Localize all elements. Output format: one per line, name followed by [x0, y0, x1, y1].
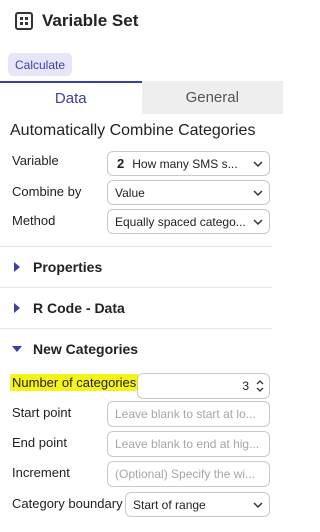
chevron-down-icon	[253, 161, 263, 168]
number-of-categories-input[interactable]: 3	[137, 373, 270, 399]
chevron-down-icon	[253, 502, 263, 509]
start-point-label: Start point	[12, 405, 72, 420]
variable-number: 2	[117, 156, 125, 171]
category-boundary-select[interactable]: Start of range	[125, 492, 270, 517]
variable-label: Variable	[12, 153, 59, 168]
calculate-button[interactable]: Calculate	[8, 53, 73, 76]
number-of-categories-label: Number of categories	[10, 374, 139, 391]
panel-header: Variable Set	[0, 0, 283, 44]
divider	[0, 246, 272, 247]
tab-bar: Data General	[0, 81, 283, 114]
new-categories-label: New Categories	[33, 341, 139, 357]
start-point-input[interactable]: Leave blank to start at lo...	[107, 401, 270, 427]
method-value: Equally spaced catego...	[115, 214, 246, 229]
caret-right-icon	[14, 262, 20, 272]
divider	[0, 328, 272, 329]
tab-general[interactable]: General	[141, 81, 283, 114]
grid-icon	[15, 12, 33, 30]
properties-toggle[interactable]: Properties	[12, 259, 102, 275]
end-point-input[interactable]: Leave blank to end at hig...	[107, 431, 270, 457]
properties-label: Properties	[33, 259, 103, 275]
variable-value: How many SMS s...	[132, 156, 238, 171]
combine-by-select[interactable]: Value	[107, 180, 270, 205]
highlight-mark: Number of categories	[10, 374, 139, 391]
increment-placeholder: (Optional) Specify the wi...	[115, 467, 256, 481]
caret-right-icon	[14, 303, 20, 313]
start-point-placeholder: Leave blank to start at lo...	[115, 407, 256, 421]
chevron-down-icon	[253, 219, 263, 226]
divider	[0, 287, 272, 288]
end-point-label: End point	[12, 435, 67, 450]
caret-down-icon	[12, 346, 22, 352]
combine-by-value: Value	[115, 185, 145, 200]
variable-select[interactable]: 2 How many SMS s...	[107, 151, 270, 176]
rcode-toggle[interactable]: R Code - Data	[12, 300, 125, 316]
increment-label: Increment	[12, 465, 70, 480]
number-of-categories-value: 3	[242, 379, 249, 393]
method-select[interactable]: Equally spaced catego...	[107, 209, 270, 234]
panel-title: Variable Set	[42, 11, 139, 30]
category-boundary-value: Start of range	[133, 497, 206, 512]
spinner-icon[interactable]	[256, 378, 264, 394]
tab-data[interactable]: Data	[0, 81, 142, 114]
rcode-label: R Code - Data	[33, 300, 125, 316]
combine-by-label: Combine by	[12, 184, 82, 199]
section-title: Automatically Combine Categories	[10, 122, 256, 139]
chevron-down-icon	[253, 190, 263, 197]
method-label: Method	[12, 213, 56, 228]
new-categories-toggle[interactable]: New Categories	[12, 341, 138, 357]
category-boundary-label: Category boundary	[12, 496, 123, 511]
end-point-placeholder: Leave blank to end at hig...	[115, 437, 260, 451]
increment-input[interactable]: (Optional) Specify the wi...	[107, 461, 270, 487]
